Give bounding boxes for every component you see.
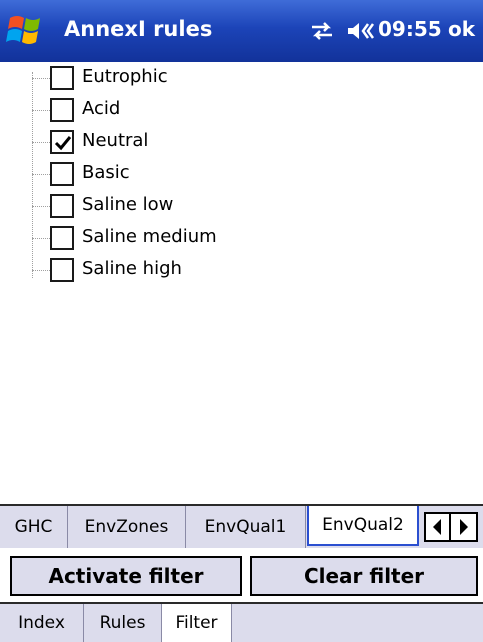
clock: 09:55 xyxy=(378,17,442,41)
tree-item-label: Saline low xyxy=(82,194,174,215)
eutrophic-checkbox[interactable] xyxy=(50,66,74,90)
tree-item-acid[interactable]: Acid xyxy=(32,94,332,126)
tree-item-label: Saline medium xyxy=(82,226,217,247)
connectivity-icon[interactable] xyxy=(308,20,336,42)
tree-item-eutrophic[interactable]: Eutrophic xyxy=(32,62,332,94)
neutral-checkbox[interactable] xyxy=(50,130,74,154)
tree-connector xyxy=(32,206,50,207)
saline-high-checkbox[interactable] xyxy=(50,258,74,282)
tree-connector xyxy=(32,78,50,79)
tab-scroll-arrows xyxy=(424,512,478,542)
tree-connector xyxy=(32,142,50,143)
ok-button[interactable]: ok xyxy=(448,17,475,41)
category-tab-strip: GHC EnvZones EnvQual1 EnvQual2 xyxy=(0,504,483,548)
tab-index[interactable]: Index xyxy=(0,604,84,642)
clear-filter-button[interactable]: Clear filter xyxy=(250,556,478,596)
tab-envzones[interactable]: EnvZones xyxy=(68,506,186,548)
tree-connector xyxy=(32,238,50,239)
tree-item-label: Acid xyxy=(82,98,121,119)
tab-envqual1[interactable]: EnvQual1 xyxy=(186,506,306,548)
volume-icon[interactable] xyxy=(346,20,376,42)
saline-low-checkbox[interactable] xyxy=(50,194,74,218)
tree-item-label: Neutral xyxy=(82,130,149,151)
tab-filter[interactable]: Filter xyxy=(162,604,232,642)
basic-checkbox[interactable] xyxy=(50,162,74,186)
tab-rules[interactable]: Rules xyxy=(84,604,162,642)
app-title: AnnexI rules xyxy=(64,17,213,41)
tree-item-label: Eutrophic xyxy=(82,66,168,87)
tree-connector xyxy=(32,110,50,111)
tree-item-label: Saline high xyxy=(82,258,182,279)
tree-item-saline-low[interactable]: Saline low xyxy=(32,190,332,222)
filter-tree: Eutrophic Acid Neutral Basic Saline low … xyxy=(6,62,483,504)
tree-item-basic[interactable]: Basic xyxy=(32,158,332,190)
tree-connector xyxy=(32,174,50,175)
tab-scroll-left-icon[interactable] xyxy=(426,514,451,540)
acid-checkbox[interactable] xyxy=(50,98,74,122)
tab-ghc[interactable]: GHC xyxy=(0,506,68,548)
main-tab-strip: Index Rules Filter xyxy=(0,602,483,642)
title-bar: AnnexI rules 09:55 ok xyxy=(0,0,483,62)
activate-filter-button[interactable]: Activate filter xyxy=(10,556,242,596)
saline-medium-checkbox[interactable] xyxy=(50,226,74,250)
tree-item-label: Basic xyxy=(82,162,130,183)
tree-item-saline-medium[interactable]: Saline medium xyxy=(32,222,332,254)
checkmark-icon xyxy=(54,136,72,151)
tree-connector xyxy=(32,270,50,271)
filter-actions: Activate filter Clear filter xyxy=(0,548,483,600)
tree-item-saline-high[interactable]: Saline high xyxy=(32,254,332,286)
tree-item-neutral[interactable]: Neutral xyxy=(32,126,332,158)
windows-start-icon[interactable] xyxy=(6,12,46,50)
tab-scroll-right-icon[interactable] xyxy=(452,514,477,540)
tab-envqual2[interactable]: EnvQual2 xyxy=(307,506,419,546)
